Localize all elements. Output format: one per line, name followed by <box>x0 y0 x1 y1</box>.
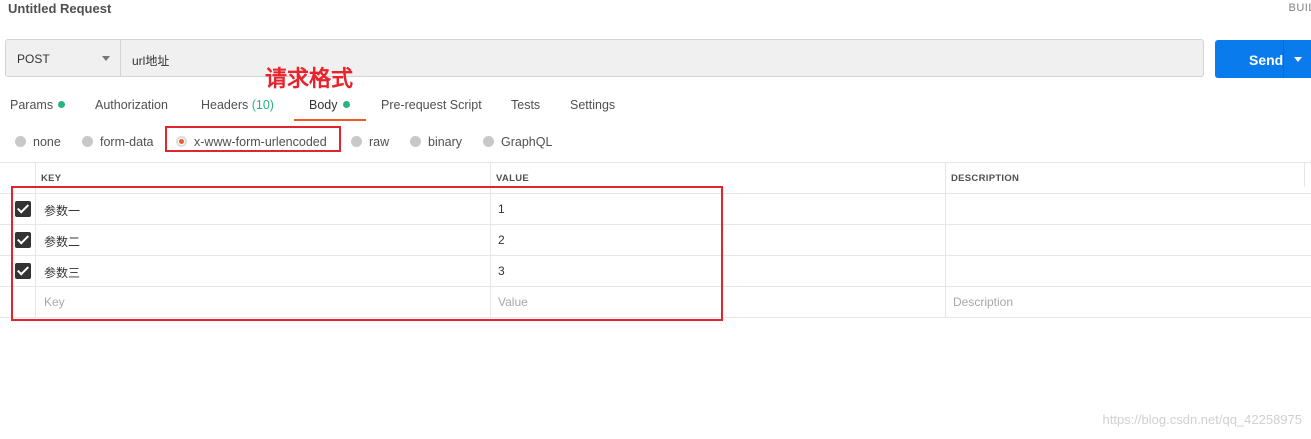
tab-label: Tests <box>511 98 541 112</box>
tab-label: Body <box>309 98 338 112</box>
body-type-binary[interactable]: binary <box>410 135 462 149</box>
url-bar: POST url地址 <box>5 39 1204 77</box>
build-label[interactable]: BUIL <box>1289 2 1311 14</box>
headers-count: (10) <box>251 98 274 112</box>
column-divider <box>1304 163 1305 187</box>
column-divider <box>945 163 946 318</box>
send-label: Send <box>1249 52 1284 68</box>
tab-settings[interactable]: Settings <box>570 98 615 112</box>
annotation-label: 请求格式 <box>265 66 354 91</box>
tab-label: Headers <box>201 98 249 112</box>
radio-icon <box>410 136 421 148</box>
radio-label: raw <box>369 135 390 149</box>
body-type-none[interactable]: none <box>15 135 61 149</box>
annotation-highlight-box <box>11 186 723 321</box>
tab-label: Authorization <box>95 98 168 112</box>
active-tab-indicator <box>294 119 366 121</box>
status-dot-icon <box>342 101 350 109</box>
method-select[interactable]: POST <box>6 40 121 76</box>
column-header-key: KEY <box>41 173 62 184</box>
body-type-form-data[interactable]: form-data <box>82 135 154 149</box>
send-options-chevron-icon[interactable] <box>1294 57 1302 62</box>
column-header-description: DESCRIPTION <box>951 173 1020 184</box>
column-header-value: VALUE <box>496 173 529 184</box>
radio-label: none <box>33 135 61 149</box>
description-placeholder[interactable]: Description <box>953 295 1013 309</box>
watermark: https://blog.csdn.net/qq_42258975 <box>1102 412 1303 427</box>
chevron-down-icon <box>102 56 110 61</box>
tab-label: Settings <box>570 98 616 112</box>
annotation-highlight-box <box>165 126 341 152</box>
radio-icon <box>15 136 26 148</box>
radio-icon <box>483 136 494 148</box>
radio-label: GraphQL <box>501 135 553 149</box>
tab-authorization[interactable]: Authorization <box>95 98 168 112</box>
radio-icon <box>82 136 93 148</box>
radio-label: form-data <box>100 135 154 149</box>
url-input[interactable]: url地址 <box>132 52 169 69</box>
radio-label: binary <box>428 135 463 149</box>
tab-pre-request-script[interactable]: Pre-request Script <box>381 98 482 112</box>
request-title: Untitled Request <box>8 1 112 16</box>
tab-params[interactable]: Params <box>10 98 66 112</box>
status-dot-icon <box>58 101 66 109</box>
send-button[interactable]: Send <box>1215 40 1311 78</box>
tab-body[interactable]: Body <box>309 98 350 112</box>
body-type-raw[interactable]: raw <box>351 135 389 149</box>
tab-headers[interactable]: Headers (10) <box>201 98 274 112</box>
send-divider <box>1283 40 1284 78</box>
method-value: POST <box>17 52 50 66</box>
tab-label: Pre-request Script <box>381 98 482 112</box>
table-top-border <box>0 162 1311 163</box>
body-type-graphql[interactable]: GraphQL <box>483 135 552 149</box>
tab-label: Params <box>10 98 54 112</box>
tab-tests[interactable]: Tests <box>511 98 540 112</box>
radio-icon <box>351 136 362 148</box>
